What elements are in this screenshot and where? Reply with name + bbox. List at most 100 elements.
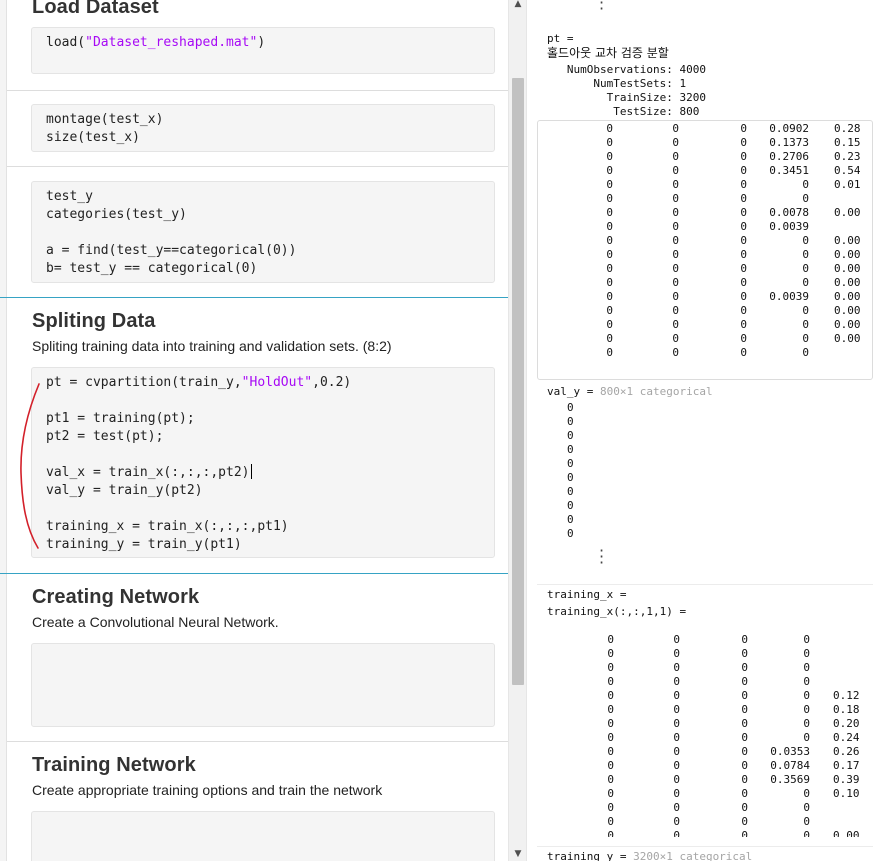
matrix-row: 0 0 0 0 0.00: [538, 332, 872, 346]
code-block[interactable]: montage(test_x) size(test_x): [31, 104, 495, 152]
matrix-row: 0 0 0 0 0.00: [538, 318, 872, 332]
matrix-cell: 0.39: [833, 773, 860, 786]
matrix-cell: 0: [741, 661, 748, 674]
matrix-cell: 0: [741, 731, 748, 744]
matrix-cell: 0: [741, 717, 748, 730]
matrix-cell: 0: [673, 745, 680, 758]
scroll-down-arrow-icon[interactable]: ▼: [513, 849, 523, 859]
code-line[interactable]: val_x = train_x(:,:,:,pt2): [46, 464, 252, 482]
matrix-row: 0 0 0 0: [537, 661, 873, 675]
matrix-cell: 0: [607, 759, 614, 772]
code-block[interactable]: pt = cvpartition(train_y,"HoldOut",0.2) …: [31, 367, 495, 558]
matrix-cell: 0: [607, 801, 614, 814]
matrix-cell: 0: [803, 815, 810, 828]
matrix-cell: 0: [740, 332, 747, 345]
matrix-cell: 0: [741, 633, 748, 646]
matrix-cell: 0: [672, 304, 679, 317]
matrix-cell: 0: [606, 304, 613, 317]
val-y-value: 0: [567, 401, 574, 414]
code-line[interactable]: pt = cvpartition(train_y,"HoldOut",0.2): [46, 374, 351, 392]
matrix-cell: 0: [740, 164, 747, 177]
matrix-cell: 0.0039: [769, 220, 809, 233]
code-line[interactable]: pt1 = training(pt);: [46, 410, 195, 428]
matrix-row: 0 0 0 0: [537, 647, 873, 661]
matrix-output-1[interactable]: 0 0 0 0.0902 0.28 0 0 0 0.1373 0.15 0 0 0 0.2706 0.23 0…: [537, 120, 873, 380]
matrix-cell: 0: [741, 675, 748, 688]
scrollbar-thumb[interactable]: [512, 78, 524, 685]
val-y-value: 0: [567, 443, 574, 456]
matrix-cell: 0: [741, 787, 748, 800]
matrix-row: 0 0 0 0 0.00: [538, 276, 872, 290]
matrix-cell: 0: [673, 675, 680, 688]
matrix-cell: 0: [741, 689, 748, 702]
matrix-cell: 0: [607, 745, 614, 758]
matrix-row: 0 0 0 0: [537, 801, 873, 815]
code-block-empty[interactable]: [31, 643, 495, 727]
matrix-cell: 0: [741, 759, 748, 772]
section-description: Create appropriate training options and …: [32, 782, 383, 798]
section-load-dataset: Load Dataset load("Dataset_reshaped.mat"…: [7, 0, 508, 90]
scroll-up-arrow-icon[interactable]: ▲: [513, 0, 523, 9]
code-line[interactable]: b= test_y == categorical(0): [46, 260, 257, 278]
matrix-cell: 0: [802, 178, 809, 191]
code-line[interactable]: test_y: [46, 188, 93, 206]
matrix-cell: 0: [606, 220, 613, 233]
matrix-cell: 0: [672, 192, 679, 205]
code-block-empty[interactable]: [31, 811, 495, 861]
matrix-cell: 0: [802, 234, 809, 247]
code-line[interactable]: categories(test_y): [46, 206, 187, 224]
matrix-cell: 0: [607, 647, 614, 660]
live-editor-pane[interactable]: Load Dataset load("Dataset_reshaped.mat"…: [0, 0, 508, 861]
matrix-cell: 0: [802, 192, 809, 205]
matrix-cell: 0.00: [833, 829, 860, 837]
matrix-row: 0 0 0 0 0.00: [538, 234, 872, 248]
matrix-cell: 0: [673, 801, 680, 814]
matrix-cell: 0: [672, 318, 679, 331]
matrix-cell: 0: [802, 318, 809, 331]
matrix-cell: 0: [606, 122, 613, 135]
code-line[interactable]: val_y = train_y(pt2): [46, 482, 203, 500]
matrix-cell: 0: [740, 276, 747, 289]
code-line[interactable]: montage(test_x): [46, 111, 163, 129]
matrix-cell: 0.23: [834, 150, 861, 163]
matrix-cell: 0: [740, 206, 747, 219]
matrix-cell: 0: [741, 801, 748, 814]
matrix-cell: 0: [606, 276, 613, 289]
matrix-row: 0 0 0 0.0039 0.00: [538, 290, 872, 304]
matrix-cell: 0: [606, 234, 613, 247]
matrix-cell: 0.3451: [769, 164, 809, 177]
code-line[interactable]: size(test_x): [46, 129, 140, 147]
matrix-cell: 0.12: [833, 689, 860, 702]
val-y-value: 0: [567, 527, 574, 540]
matrix-cell: 0.00: [834, 318, 861, 331]
section-title: Creating Network: [32, 586, 200, 608]
pt-prop: TestSize: 800: [547, 105, 700, 118]
matrix-cell: 0: [606, 346, 613, 359]
code-block[interactable]: load("Dataset_reshaped.mat"): [31, 27, 495, 74]
matrix-cell: 0: [802, 304, 809, 317]
matrix-row: 0 0 0 0 0.10: [537, 787, 873, 801]
code-line[interactable]: training_y = train_y(pt1): [46, 536, 242, 554]
output-pane[interactable]: · · pt = 홀드아웃 교차 검증 분할 NumObservations: 4…: [526, 0, 880, 861]
section-description: Spliting training data into training and…: [32, 338, 392, 354]
pt-prop: NumObservations: 4000: [547, 63, 706, 76]
matrix-cell: 0: [606, 206, 613, 219]
matrix-cell: 0: [672, 346, 679, 359]
matrix-row: 0 0 0 0.0902 0.28: [538, 122, 872, 136]
code-line[interactable]: training_x = train_x(:,:,:,pt1): [46, 518, 289, 536]
matrix-cell: 0.00: [834, 248, 861, 261]
output-divider: [537, 584, 873, 585]
code-line[interactable]: a = find(test_y==categorical(0)): [46, 242, 296, 260]
matrix-cell: 0.26: [833, 745, 860, 758]
code-block[interactable]: test_y categories(test_y) a = find(test_…: [31, 181, 495, 283]
matrix-cell: 0: [803, 689, 810, 702]
pt-type: 홀드아웃 교차 검증 분할: [547, 46, 669, 60]
matrix-row: 0 0 0 0.2706 0.23: [538, 150, 872, 164]
editor-scrollbar[interactable]: ▲ ▼: [508, 0, 526, 861]
matrix-cell: 0: [740, 122, 747, 135]
matrix-cell: 0: [606, 262, 613, 275]
section-title: Load Dataset: [32, 0, 159, 18]
code-line[interactable]: load("Dataset_reshaped.mat"): [46, 34, 265, 52]
code-line[interactable]: pt2 = test(pt);: [46, 428, 163, 446]
matrix-cell: 0: [740, 248, 747, 261]
